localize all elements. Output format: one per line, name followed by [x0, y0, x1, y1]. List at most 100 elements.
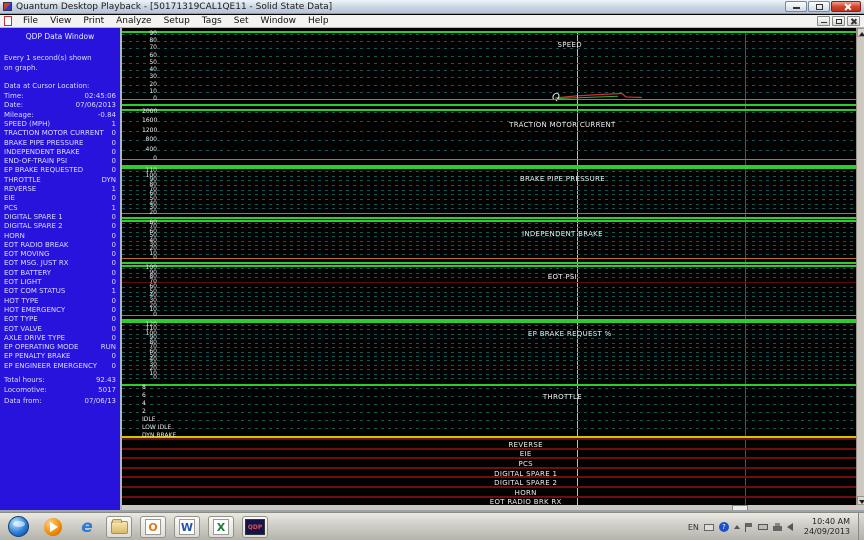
scroll-up-button[interactable] — [857, 28, 864, 37]
clock[interactable]: 10:40 AM 24/09/2013 — [798, 517, 850, 537]
summary-row: Total hours: 92.43 — [4, 376, 116, 384]
child-restore-button[interactable] — [832, 16, 845, 26]
menu-bar: File View Print Analyze Setup Tags Set W… — [0, 15, 864, 28]
language-indicator[interactable]: EN — [688, 523, 699, 532]
channel-label: EP BRAKE REQUEST % — [528, 330, 612, 338]
gridline — [122, 241, 856, 242]
channel-label: BRAKE PIPE PRESSURE — [520, 175, 605, 183]
summary-row: Data from:07/06/13 — [4, 397, 116, 405]
channel-bottom-line — [122, 104, 856, 106]
row-label: Locomotive: — [4, 386, 47, 394]
row-value: 0 — [112, 297, 116, 305]
qdp-data-panel: QDP Data Window Every 1 second(s) shown … — [0, 28, 120, 510]
menu-tags[interactable]: Tags — [196, 15, 228, 27]
zero-line — [122, 99, 856, 100]
taskbar-file-explorer[interactable] — [106, 516, 132, 538]
data-row: DIGITAL SPARE 20 — [4, 222, 116, 230]
digital-channel-label: PCS — [518, 460, 532, 468]
data-row: INDEPENDENT BRAKE0 — [4, 148, 116, 156]
digital-separator — [122, 468, 856, 469]
row-value: 0 — [112, 278, 116, 286]
keyboard-icon[interactable] — [704, 524, 714, 531]
show-hidden-icons-icon[interactable] — [734, 525, 740, 529]
row-value: 0 — [112, 362, 116, 370]
gridline — [122, 412, 856, 413]
arrow-down-icon — [859, 500, 864, 504]
taskbar-internet-explorer[interactable]: e — [74, 516, 100, 538]
menu-help[interactable]: Help — [302, 15, 335, 27]
gridline — [122, 140, 856, 141]
digital-separator — [122, 458, 856, 459]
gridline — [122, 180, 856, 181]
taskbar-qdp-app[interactable]: QDP — [242, 516, 268, 538]
window-title: Quantum Desktop Playback - [50171319CAL1… — [16, 2, 332, 12]
interval-text: Every 1 second(s) shown — [4, 54, 92, 62]
qdp-watermark: Q . . .. ... — [552, 92, 585, 103]
row-value: 92.43 — [96, 376, 116, 384]
taskbar-word[interactable]: W — [174, 516, 200, 538]
channel-bottom-line — [122, 217, 856, 219]
action-center-flag-icon[interactable] — [745, 523, 753, 532]
child-close-button[interactable] — [847, 16, 860, 26]
row-value: 1 — [112, 120, 116, 128]
gridline — [122, 150, 856, 151]
menu-setup[interactable]: Setup — [158, 15, 196, 27]
excel-icon: X — [213, 519, 229, 535]
taskbar-outlook[interactable]: O — [140, 516, 166, 538]
battery-icon[interactable] — [758, 524, 768, 530]
data-row: BRAKE PIPE PRESSURE0 — [4, 139, 116, 147]
gridline — [122, 245, 856, 246]
tick-label: 0 — [142, 96, 157, 102]
child-window-buttons — [817, 16, 860, 26]
chart-canvas[interactable]: Q . . .. ... 9080706050403020100SPEED200… — [122, 28, 856, 505]
menu-file[interactable]: File — [17, 15, 44, 27]
menu-print[interactable]: Print — [77, 15, 110, 27]
row-label: Total hours: — [4, 376, 45, 384]
row-value: 07/06/13 — [85, 397, 116, 405]
child-minimize-button[interactable] — [817, 16, 830, 26]
digital-channel-label: REVERSE — [509, 441, 543, 449]
minimize-icon — [821, 22, 827, 24]
close-button[interactable] — [831, 1, 861, 12]
media-player-icon — [44, 518, 62, 536]
data-row: EP ENGINEER EMERGENCY 0 — [4, 362, 116, 370]
gridline — [122, 325, 856, 326]
menu-set[interactable]: Set — [228, 15, 255, 27]
gridline — [122, 268, 856, 269]
maximize-button[interactable] — [808, 1, 830, 12]
menu-analyze[interactable]: Analyze — [110, 15, 157, 27]
row-value: 07/06/2013 — [76, 101, 116, 109]
taskbar-media-player[interactable] — [40, 516, 66, 538]
row-value: DYN — [101, 176, 116, 184]
desktop: Quantum Desktop Playback - [50171319CAL1… — [0, 0, 864, 540]
gridline — [122, 232, 856, 233]
row-label: EOT MSG. JUST RX — [4, 259, 69, 267]
folder-icon — [111, 521, 128, 534]
scroll-down-button[interactable] — [857, 496, 864, 505]
data-row: END-OF-TRAIN PSI0 — [4, 157, 116, 165]
taskbar-excel[interactable]: X — [208, 516, 234, 538]
data-row: EIE0 — [4, 194, 116, 202]
row-label: EP ENGINEER EMERGENCY — [4, 362, 97, 370]
data-row: AXLE DRIVE TYPE0 — [4, 334, 116, 342]
gridline — [122, 396, 856, 397]
data-row: EOT RADIO BREAK0 — [4, 241, 116, 249]
network-icon[interactable] — [773, 523, 782, 531]
start-button[interactable] — [8, 516, 29, 537]
gridline — [122, 131, 856, 132]
title-bar[interactable]: Quantum Desktop Playback - [50171319CAL1… — [0, 0, 864, 14]
row-label: INDEPENDENT BRAKE — [4, 148, 80, 156]
row-label: DIGITAL SPARE 1 — [4, 213, 63, 221]
help-icon[interactable]: ? — [719, 522, 729, 532]
data-row: EOT MOVING0 — [4, 250, 116, 258]
gridline — [122, 301, 856, 302]
show-desktop-button[interactable] — [858, 513, 864, 540]
volume-icon[interactable] — [787, 523, 793, 531]
menu-view[interactable]: View — [44, 15, 77, 27]
menu-window[interactable]: Window — [255, 15, 303, 27]
minimize-button[interactable] — [785, 1, 807, 12]
gridline — [122, 56, 856, 57]
vertical-scrollbar[interactable] — [856, 28, 864, 505]
gridline — [122, 273, 856, 274]
tray-time: 10:40 AM — [804, 517, 850, 527]
